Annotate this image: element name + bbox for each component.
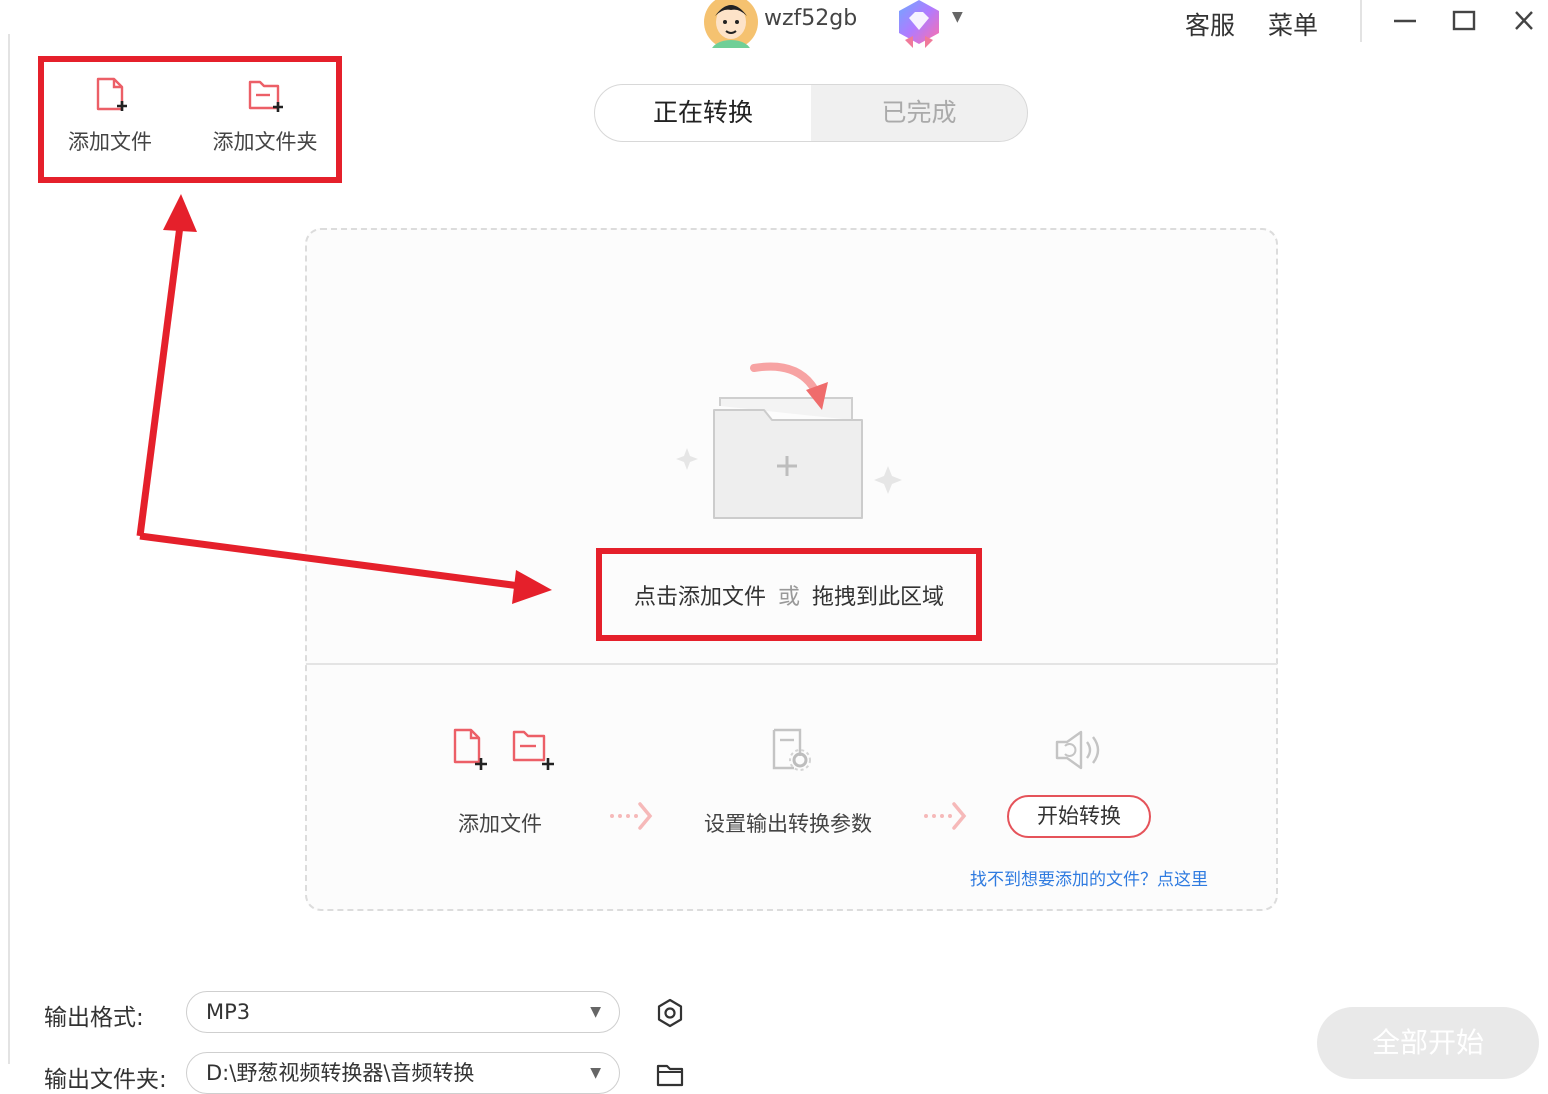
chevron-down-icon: ▼ (590, 1004, 601, 1020)
output-folder-label: 输出文件夹: (44, 1067, 167, 1093)
start-all-button[interactable]: 全部开始 (1317, 1007, 1539, 1079)
output-folder-select[interactable]: D:\野葱视频转换器\音频转换 ▼ (186, 1052, 620, 1094)
chevron-down-icon: ▼ (590, 1065, 601, 1081)
output-format-value: MP3 (206, 1000, 251, 1024)
annotation-arrows (136, 194, 552, 604)
output-format-select[interactable]: MP3 ▼ (186, 991, 620, 1033)
open-folder-icon[interactable] (655, 1060, 685, 1090)
output-folder-value: D:\野葱视频转换器\音频转换 (206, 1061, 475, 1085)
format-settings-icon[interactable] (655, 998, 685, 1028)
output-format-label: 输出格式: (44, 1005, 144, 1031)
